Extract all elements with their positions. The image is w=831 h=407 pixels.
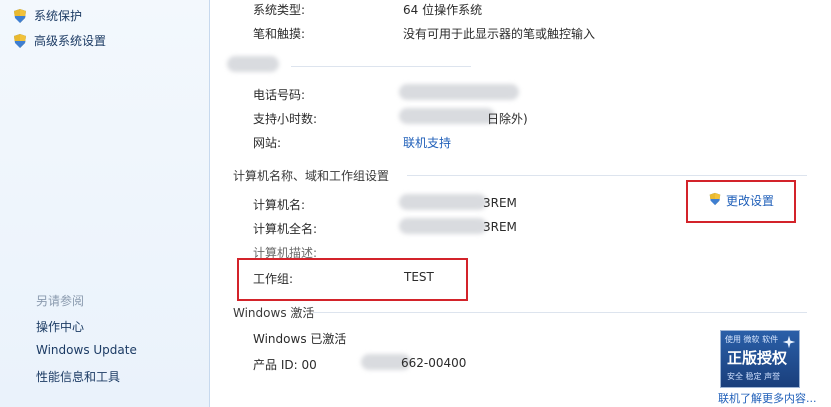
- phone-label: 电话号码:: [253, 88, 306, 102]
- redacted-hours: [399, 108, 495, 124]
- redacted-phone: [399, 84, 519, 100]
- support-hours-label: 支持小时数:: [253, 112, 318, 126]
- computer-name-value: 3REM: [483, 196, 517, 210]
- computer-name-label: 计算机名:: [253, 198, 306, 212]
- section-divider: [291, 66, 471, 67]
- redacted-computer-name: [399, 194, 487, 210]
- link-windows-update[interactable]: Windows Update: [36, 343, 137, 357]
- see-also-heading: 另请参阅: [36, 294, 85, 308]
- product-id-label: 产品 ID: 00: [253, 358, 317, 372]
- website-label: 网站:: [253, 136, 282, 150]
- badge-main-text: 正版授权: [727, 349, 788, 367]
- genuine-microsoft-badge[interactable]: 使用 微软 软件 正版授权 安全 稳定 声誉: [720, 330, 800, 388]
- product-id-tail: 662-00400: [401, 356, 467, 370]
- sidebar-item-advanced-settings[interactable]: 高级系统设置: [12, 32, 106, 49]
- sidebar-item-label: 高级系统设置: [34, 34, 107, 48]
- activation-section-title: Windows 激活: [233, 306, 315, 320]
- shield-icon: [12, 33, 28, 49]
- badge-sub-text: 安全 稳定 声誉: [727, 372, 781, 381]
- redacted-section-title: [227, 56, 279, 72]
- left-navigation-pane: 系统保护 高级系统设置 另请参阅 操作中心 Windows Update 性能信…: [0, 0, 210, 407]
- badge-top-text: 使用 微软 软件: [725, 335, 779, 344]
- full-computer-name-value: 3REM: [483, 220, 517, 234]
- section-divider: [407, 175, 807, 176]
- support-hours-value: 日除外): [487, 112, 528, 126]
- full-computer-name-label: 计算机全名:: [253, 222, 318, 236]
- change-settings-highlight-box: [686, 180, 796, 223]
- link-action-center[interactable]: 操作中心: [36, 318, 84, 335]
- pen-touch-label: 笔和触摸:: [253, 27, 306, 41]
- shield-icon: [12, 8, 28, 24]
- redacted-full-name: [399, 218, 487, 234]
- computer-name-section-title: 计算机名称、域和工作组设置: [233, 169, 390, 183]
- activation-status: Windows 已激活: [253, 332, 347, 346]
- system-type-value: 64 位操作系统: [403, 3, 483, 17]
- learn-more-online-link[interactable]: 联机了解更多内容...: [718, 390, 817, 406]
- section-divider: [313, 312, 807, 313]
- sidebar-item-system-protection[interactable]: 系统保护: [12, 7, 82, 24]
- pen-touch-value: 没有可用于此显示器的笔或触控输入: [403, 27, 596, 41]
- sidebar-item-label: 系统保护: [34, 9, 83, 23]
- workgroup-highlight-box: [237, 258, 468, 301]
- link-performance-tools[interactable]: 性能信息和工具: [36, 368, 120, 385]
- online-support-link[interactable]: 联机支持: [403, 134, 451, 151]
- system-properties-main: 系统类型: 64 位操作系统 笔和触摸: 没有可用于此显示器的笔或触控输入 电话…: [211, 0, 831, 407]
- system-type-label: 系统类型:: [253, 3, 306, 17]
